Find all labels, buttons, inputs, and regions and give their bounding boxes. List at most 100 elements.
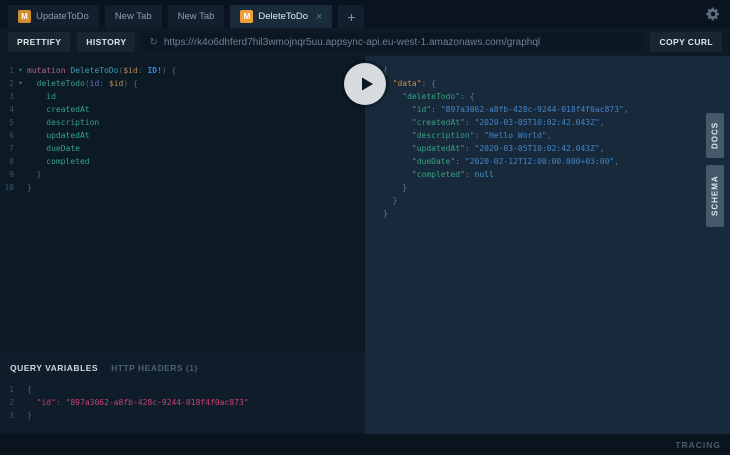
footer-bar: TRACING: [0, 434, 730, 455]
response-viewer: ▾{▾ "data": {▾ "deleteTodo": { "id": "89…: [370, 64, 730, 220]
line-number: 1: [9, 66, 14, 75]
variables-panel: QUERY VARIABLES HTTP HEADERS (1) 1{2 "id…: [0, 353, 365, 434]
code-line: "completed": null: [370, 168, 730, 181]
tab-3-deletetodo[interactable]: M DeleteToDo ×: [230, 5, 333, 28]
tracing-toggle[interactable]: TRACING: [675, 440, 721, 450]
tab-bar-tabs: M UpdateToDo New Tab New Tab M DeleteToDo ×: [8, 5, 333, 28]
code-text: deleteTodo(id: $id) {: [36, 79, 138, 88]
code-line: 3}: [0, 409, 365, 422]
code-line: 10}: [0, 181, 365, 194]
line-number: 10: [4, 183, 14, 192]
add-tab-button[interactable]: +: [338, 5, 365, 28]
code-text: description: [46, 118, 100, 127]
schema-side-tab[interactable]: SCHEMA: [706, 165, 724, 227]
endpoint-url-input[interactable]: ↻ https://rk4o6dhferd7hil3wmojnqr5uu.app…: [142, 33, 644, 51]
code-line: "createdAt": "2020-03-05T10:02:42.043Z",: [370, 116, 730, 129]
variables-editor[interactable]: 1{2 "id": "897a3062-a8fb-428c-9244-018f4…: [0, 378, 365, 434]
code-line: 6 updatedAt: [0, 129, 365, 142]
code-line: 7 dueDate: [0, 142, 365, 155]
code-text: "data": {: [392, 79, 436, 88]
code-line: ▾{: [370, 64, 730, 77]
tab-0-updatetodo[interactable]: M UpdateToDo: [8, 5, 99, 28]
code-text: "id": "897a3062-a8fb-428c-9244-018f4f0ac…: [411, 105, 629, 114]
code-text: updatedAt: [46, 131, 90, 140]
code-text: }: [383, 183, 408, 192]
line-number: 8: [9, 157, 14, 166]
tab-2-new-tab[interactable]: New Tab: [167, 5, 225, 28]
code-line: }: [370, 194, 730, 207]
code-line: 1 ▾ mutation DeleteToDo($id: ID!) {: [0, 64, 365, 77]
code-text: }: [27, 170, 42, 179]
history-button[interactable]: HISTORY: [77, 32, 136, 52]
response-pane: ▾{▾ "data": {▾ "deleteTodo": { "id": "89…: [365, 56, 730, 434]
execute-query-button[interactable]: [344, 63, 386, 105]
code-text: }: [27, 183, 32, 192]
query-editor[interactable]: 1 ▾ mutation DeleteToDo($id: ID!) { 2 ▾ dele…: [0, 56, 365, 353]
code-line: }: [370, 207, 730, 220]
http-headers-tab[interactable]: HTTP HEADERS (1): [111, 363, 198, 373]
code-text: "dueDate": "2020-02-12T12:00:00.000+03:0…: [411, 157, 620, 166]
play-icon: [361, 77, 373, 91]
code-text: createdAt: [46, 105, 90, 114]
main-area: 1 ▾ mutation DeleteToDo($id: ID!) {2 ▾ dele…: [0, 56, 730, 434]
tab-1-new-tab[interactable]: New Tab: [104, 5, 162, 28]
code-text: "deleteTodo": {: [402, 92, 475, 101]
code-text: id: [46, 92, 56, 101]
code-text: "id": "897a3062-a8fb-428c-9244-018f4f0ac…: [36, 398, 249, 407]
code-text: completed: [46, 157, 90, 166]
close-tab-icon[interactable]: ×: [316, 11, 322, 23]
tab-label: DeleteToDo: [258, 11, 309, 22]
copy-curl-button[interactable]: COPY CURL: [650, 32, 722, 52]
code-text: "updatedAt": "2020-03-05T10:02:42.043Z",: [411, 144, 605, 153]
code-line: ▾ "deleteTodo": {: [370, 90, 730, 103]
toolbar: PRETTIFY HISTORY ↻ https://rk4o6dhferd7h…: [0, 28, 730, 56]
code-text: }: [383, 209, 388, 218]
code-line: 3 id: [0, 90, 365, 103]
code-text: "createdAt": "2020-03-05T10:02:42.043Z",: [411, 118, 605, 127]
line-number: 4: [9, 105, 14, 114]
code-text: dueDate: [46, 144, 80, 153]
code-text: {: [27, 385, 32, 394]
line-number: 7: [9, 144, 14, 153]
tab-label: UpdateToDo: [36, 11, 89, 22]
code-line: "id": "897a3062-a8fb-428c-9244-018f4f0ac…: [370, 103, 730, 116]
code-text: "completed": null: [411, 170, 494, 179]
refresh-icon[interactable]: ↻: [149, 37, 157, 48]
endpoint-url-text: https://rk4o6dhferd7hil3wmojnqr5uu.appsy…: [163, 36, 541, 48]
code-text: "description": "Hello World",: [411, 131, 552, 140]
code-text: }: [27, 411, 32, 420]
tab-label: New Tab: [177, 11, 215, 22]
tab-label: New Tab: [114, 11, 152, 22]
line-number: 2: [9, 79, 14, 88]
prettify-button[interactable]: PRETTIFY: [8, 32, 71, 52]
query-variables-tab[interactable]: QUERY VARIABLES: [10, 363, 98, 373]
fold-arrow-icon[interactable]: ▾: [14, 77, 27, 90]
fold-arrow-icon[interactable]: ▾: [14, 64, 27, 77]
tab-bar: M UpdateToDo New Tab New Tab M DeleteToDo × +: [0, 0, 730, 28]
code-line: "description": "Hello World",: [370, 129, 730, 142]
tab-badge-icon: M: [18, 10, 31, 23]
code-line: }: [370, 181, 730, 194]
settings-gear-icon[interactable]: [705, 6, 721, 22]
line-number: 2: [9, 398, 14, 407]
docs-side-tab[interactable]: DOCS: [706, 113, 724, 158]
line-number: 3: [9, 411, 14, 420]
line-number: 9: [9, 170, 14, 179]
line-number: 3: [9, 92, 14, 101]
